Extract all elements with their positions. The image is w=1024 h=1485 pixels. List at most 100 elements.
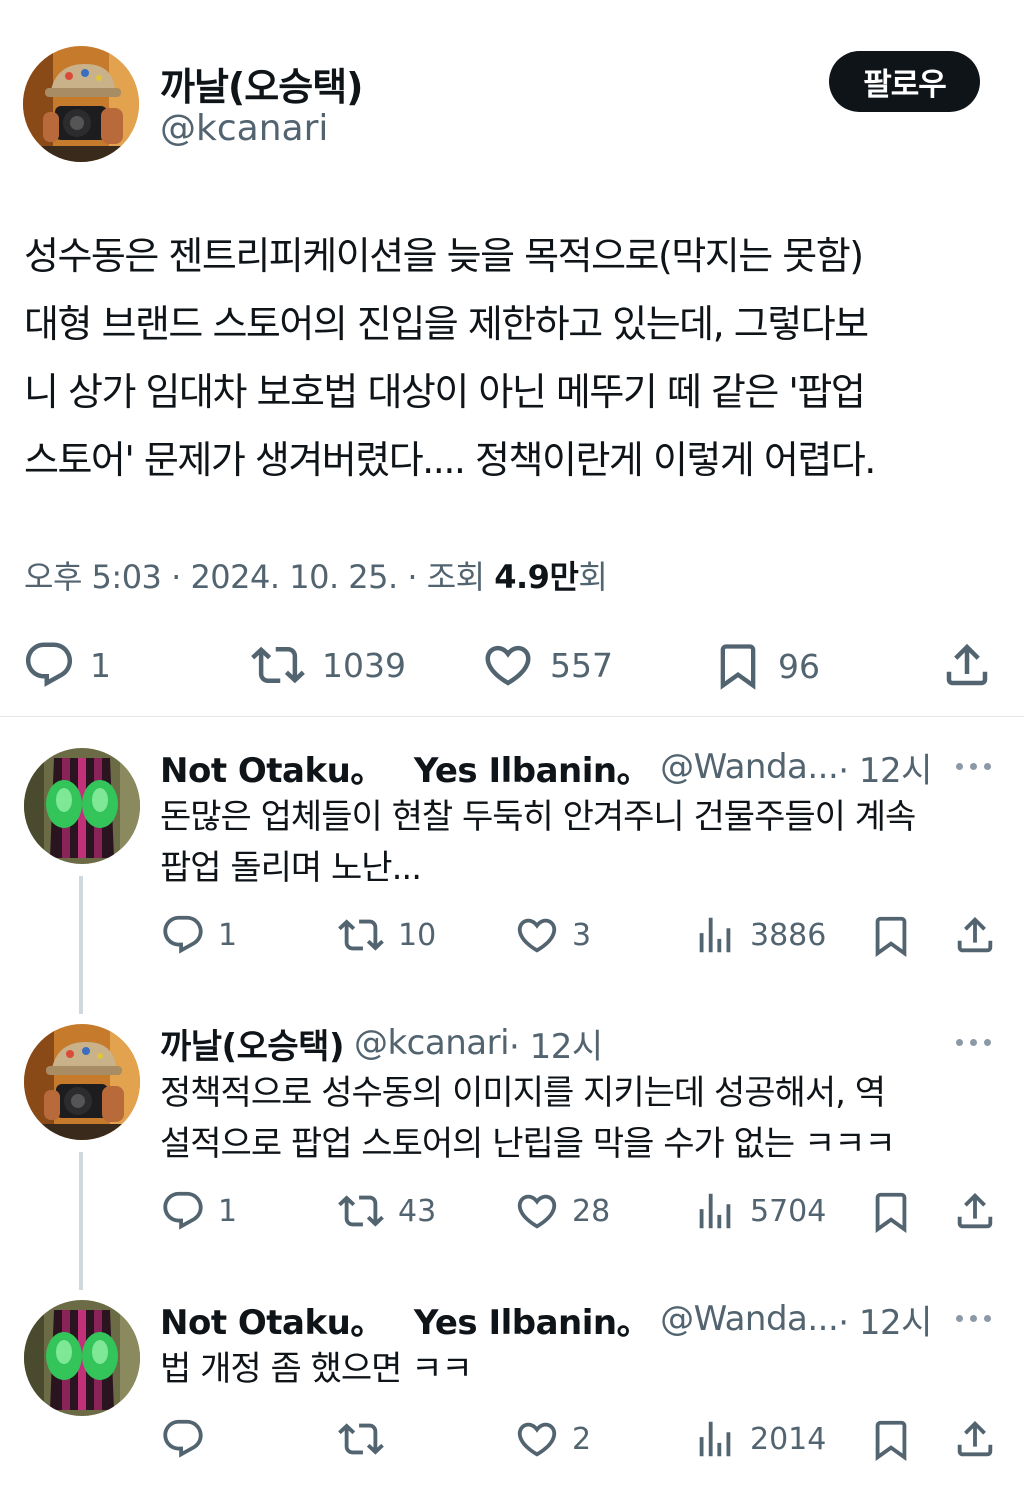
- share-button[interactable]: [952, 1188, 998, 1234]
- bookmark-icon: [712, 638, 764, 694]
- reply-icon: [160, 1188, 206, 1234]
- reply-author-name[interactable]: Not Otaku。 Yes Ilbanin。: [160, 743, 651, 792]
- reply-text: 법 개정 좀 했으면 ㅋㅋ: [160, 1349, 473, 1389]
- avatar-image: [23, 46, 139, 162]
- like-button[interactable]: 28: [514, 1188, 610, 1234]
- reply-button[interactable]: [160, 1416, 206, 1462]
- share-icon: [952, 1188, 998, 1234]
- tweet-text: 성수동은 젠트리피케이션을 늦을 목적으로(막지는 못함) 대형 브랜드 스토어…: [24, 234, 876, 482]
- tweet-date[interactable]: 2024. 10. 25.: [190, 558, 398, 596]
- share-button[interactable]: [940, 638, 994, 692]
- like-count: 3: [572, 917, 592, 953]
- views-count: 2014: [750, 1421, 827, 1457]
- reply-header: 까날(오승택) @kcanari · 12시: [160, 1018, 603, 1068]
- views-icon: [692, 1416, 738, 1462]
- reply-count: 1: [90, 645, 111, 685]
- author-handle[interactable]: @kcanari: [160, 108, 328, 149]
- reply-time[interactable]: · 12시: [509, 1019, 603, 1068]
- like-count: 28: [572, 1193, 611, 1229]
- thread-line: [79, 876, 83, 1014]
- reply-button[interactable]: 1: [160, 1188, 237, 1234]
- follow-button[interactable]: 팔로우: [829, 51, 980, 112]
- share-icon: [952, 912, 998, 958]
- reply-text: 돈많은 업체들이 현찰 두둑히 안겨주니 건물주들이 계속 팝업 돌리며 노난.…: [160, 797, 916, 888]
- thread-line: [79, 1152, 83, 1290]
- divider: [0, 716, 1024, 717]
- like-button[interactable]: 3: [514, 912, 591, 958]
- tweet-actions: 1 1039 557 96: [0, 630, 1024, 700]
- reply-time[interactable]: · 12시: [838, 743, 932, 792]
- like-icon: [480, 638, 536, 692]
- reply-icon: [22, 638, 76, 692]
- reply-count: 1: [218, 1193, 238, 1229]
- tweet-time[interactable]: 오후 5:03: [24, 558, 162, 596]
- reply-avatar[interactable]: [24, 1300, 140, 1416]
- author-name[interactable]: 까날(오승택): [160, 56, 364, 111]
- like-icon: [514, 912, 560, 958]
- tweet-meta: 오후 5:03 · 2024. 10. 25. · 조회 4.9만회: [24, 552, 608, 598]
- more-icon[interactable]: [956, 1039, 991, 1046]
- retweet-button[interactable]: 1039: [248, 638, 406, 692]
- like-icon: [514, 1188, 560, 1234]
- like-button[interactable]: 2: [514, 1416, 591, 1462]
- reply-avatar[interactable]: [24, 1024, 140, 1140]
- views-count: 5704: [750, 1193, 827, 1229]
- reply-header: Not Otaku。 Yes Ilbanin。 @Wanda... · 12시: [160, 742, 932, 792]
- meta-separator: ·: [407, 558, 418, 596]
- share-icon: [952, 1416, 998, 1462]
- reply-button[interactable]: 1: [160, 912, 237, 958]
- reply-button[interactable]: 1: [22, 638, 111, 692]
- reply-text: 정책적으로 성수동의 이미지를 지키는데 성공해서, 역 설적으로 팝업 스토어…: [160, 1073, 896, 1164]
- bookmark-button[interactable]: [868, 1416, 914, 1464]
- views-suffix: 회: [578, 558, 608, 596]
- views-count: 3886: [750, 917, 827, 953]
- share-button[interactable]: [952, 1416, 998, 1462]
- reply-author-handle[interactable]: @Wanda...: [660, 747, 839, 787]
- reply-author-name[interactable]: Not Otaku。 Yes Ilbanin。: [160, 1295, 651, 1344]
- retweet-count: 1039: [322, 645, 406, 685]
- meta-separator: ·: [171, 558, 181, 596]
- bookmark-button[interactable]: [868, 912, 914, 960]
- reply-author-handle[interactable]: @Wanda...: [660, 1299, 839, 1339]
- retweet-icon: [336, 1416, 386, 1462]
- retweet-icon: [336, 1188, 386, 1234]
- views-label: 조회: [426, 558, 485, 596]
- views-count: 4.9만: [494, 558, 579, 596]
- bookmark-button[interactable]: [868, 1188, 914, 1236]
- like-count: 2: [572, 1421, 592, 1457]
- retweet-button[interactable]: [336, 1416, 386, 1462]
- like-button[interactable]: 557: [480, 638, 613, 692]
- reply-time[interactable]: · 12시: [838, 1295, 932, 1344]
- reply-avatar[interactable]: [24, 748, 140, 864]
- views-button[interactable]: 5704: [692, 1188, 826, 1234]
- reply-author-name[interactable]: 까날(오승택): [160, 1019, 344, 1068]
- views-icon: [692, 1188, 738, 1234]
- reply-header: Not Otaku。 Yes Ilbanin。 @Wanda... · 12시: [160, 1294, 932, 1344]
- bookmark-icon: [868, 1188, 914, 1236]
- more-icon[interactable]: [956, 763, 991, 770]
- more-icon[interactable]: [956, 1315, 991, 1322]
- retweet-icon: [248, 638, 308, 692]
- retweet-button[interactable]: 43: [336, 1188, 436, 1234]
- avatar-image: [24, 1024, 140, 1140]
- avatar-image: [24, 748, 140, 864]
- views-button[interactable]: 3886: [692, 912, 826, 958]
- reply-author-handle[interactable]: @kcanari: [354, 1023, 510, 1063]
- reply-count: 1: [218, 917, 238, 953]
- views-button[interactable]: 2014: [692, 1416, 826, 1462]
- share-button[interactable]: [952, 912, 998, 958]
- retweet-button[interactable]: 10: [336, 912, 436, 958]
- retweet-count: 43: [398, 1193, 437, 1229]
- reply-icon: [160, 1416, 206, 1462]
- share-icon: [940, 638, 994, 692]
- author-avatar[interactable]: [23, 46, 139, 162]
- bookmark-button[interactable]: 96: [712, 638, 820, 694]
- like-count: 557: [550, 645, 613, 685]
- retweet-count: 10: [398, 917, 437, 953]
- reply-icon: [160, 912, 206, 958]
- views-icon: [692, 912, 738, 958]
- avatar-image: [24, 1300, 140, 1416]
- bookmark-icon: [868, 912, 914, 960]
- like-icon: [514, 1416, 560, 1462]
- bookmark-icon: [868, 1416, 914, 1464]
